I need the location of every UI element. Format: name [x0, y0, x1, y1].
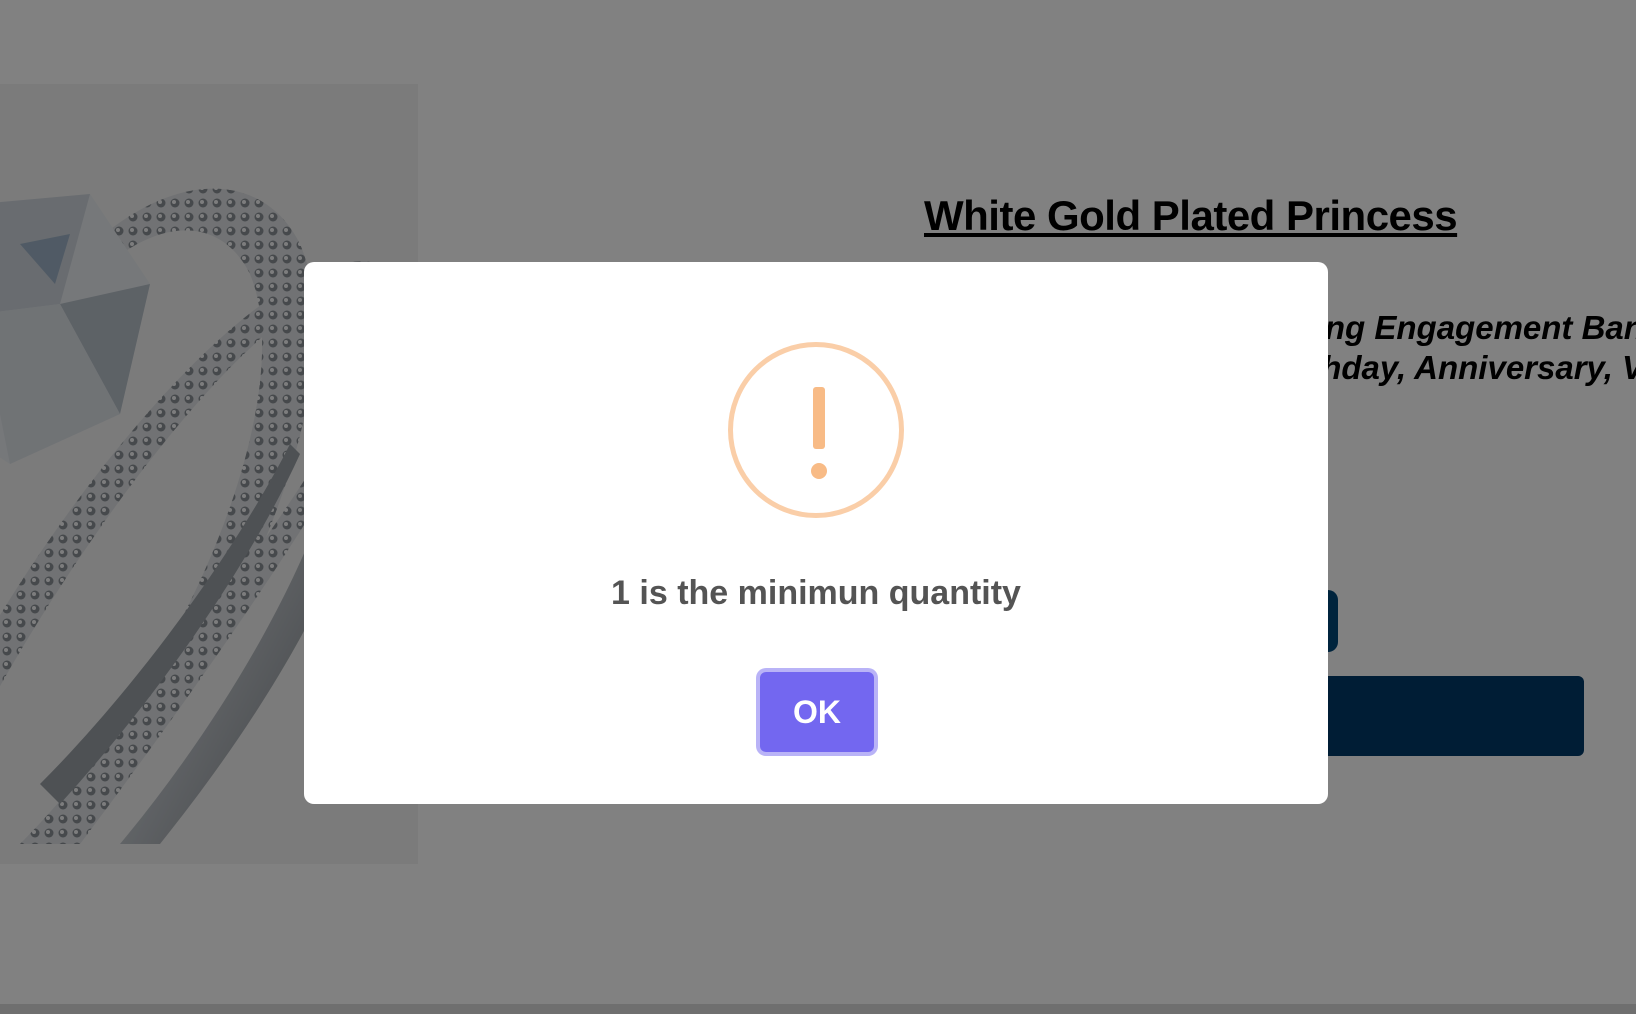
warning-icon: [728, 342, 904, 518]
product-page: White Gold Plated Princess Cut Cubic Zir…: [0, 0, 1636, 1014]
warning-icon-dot: [811, 463, 827, 479]
warning-icon-bar: [813, 387, 825, 449]
dialog-message: 1 is the minimun quantity: [611, 574, 1021, 612]
ok-button[interactable]: OK: [760, 672, 874, 752]
alert-dialog: 1 is the minimun quantity OK: [304, 262, 1328, 804]
